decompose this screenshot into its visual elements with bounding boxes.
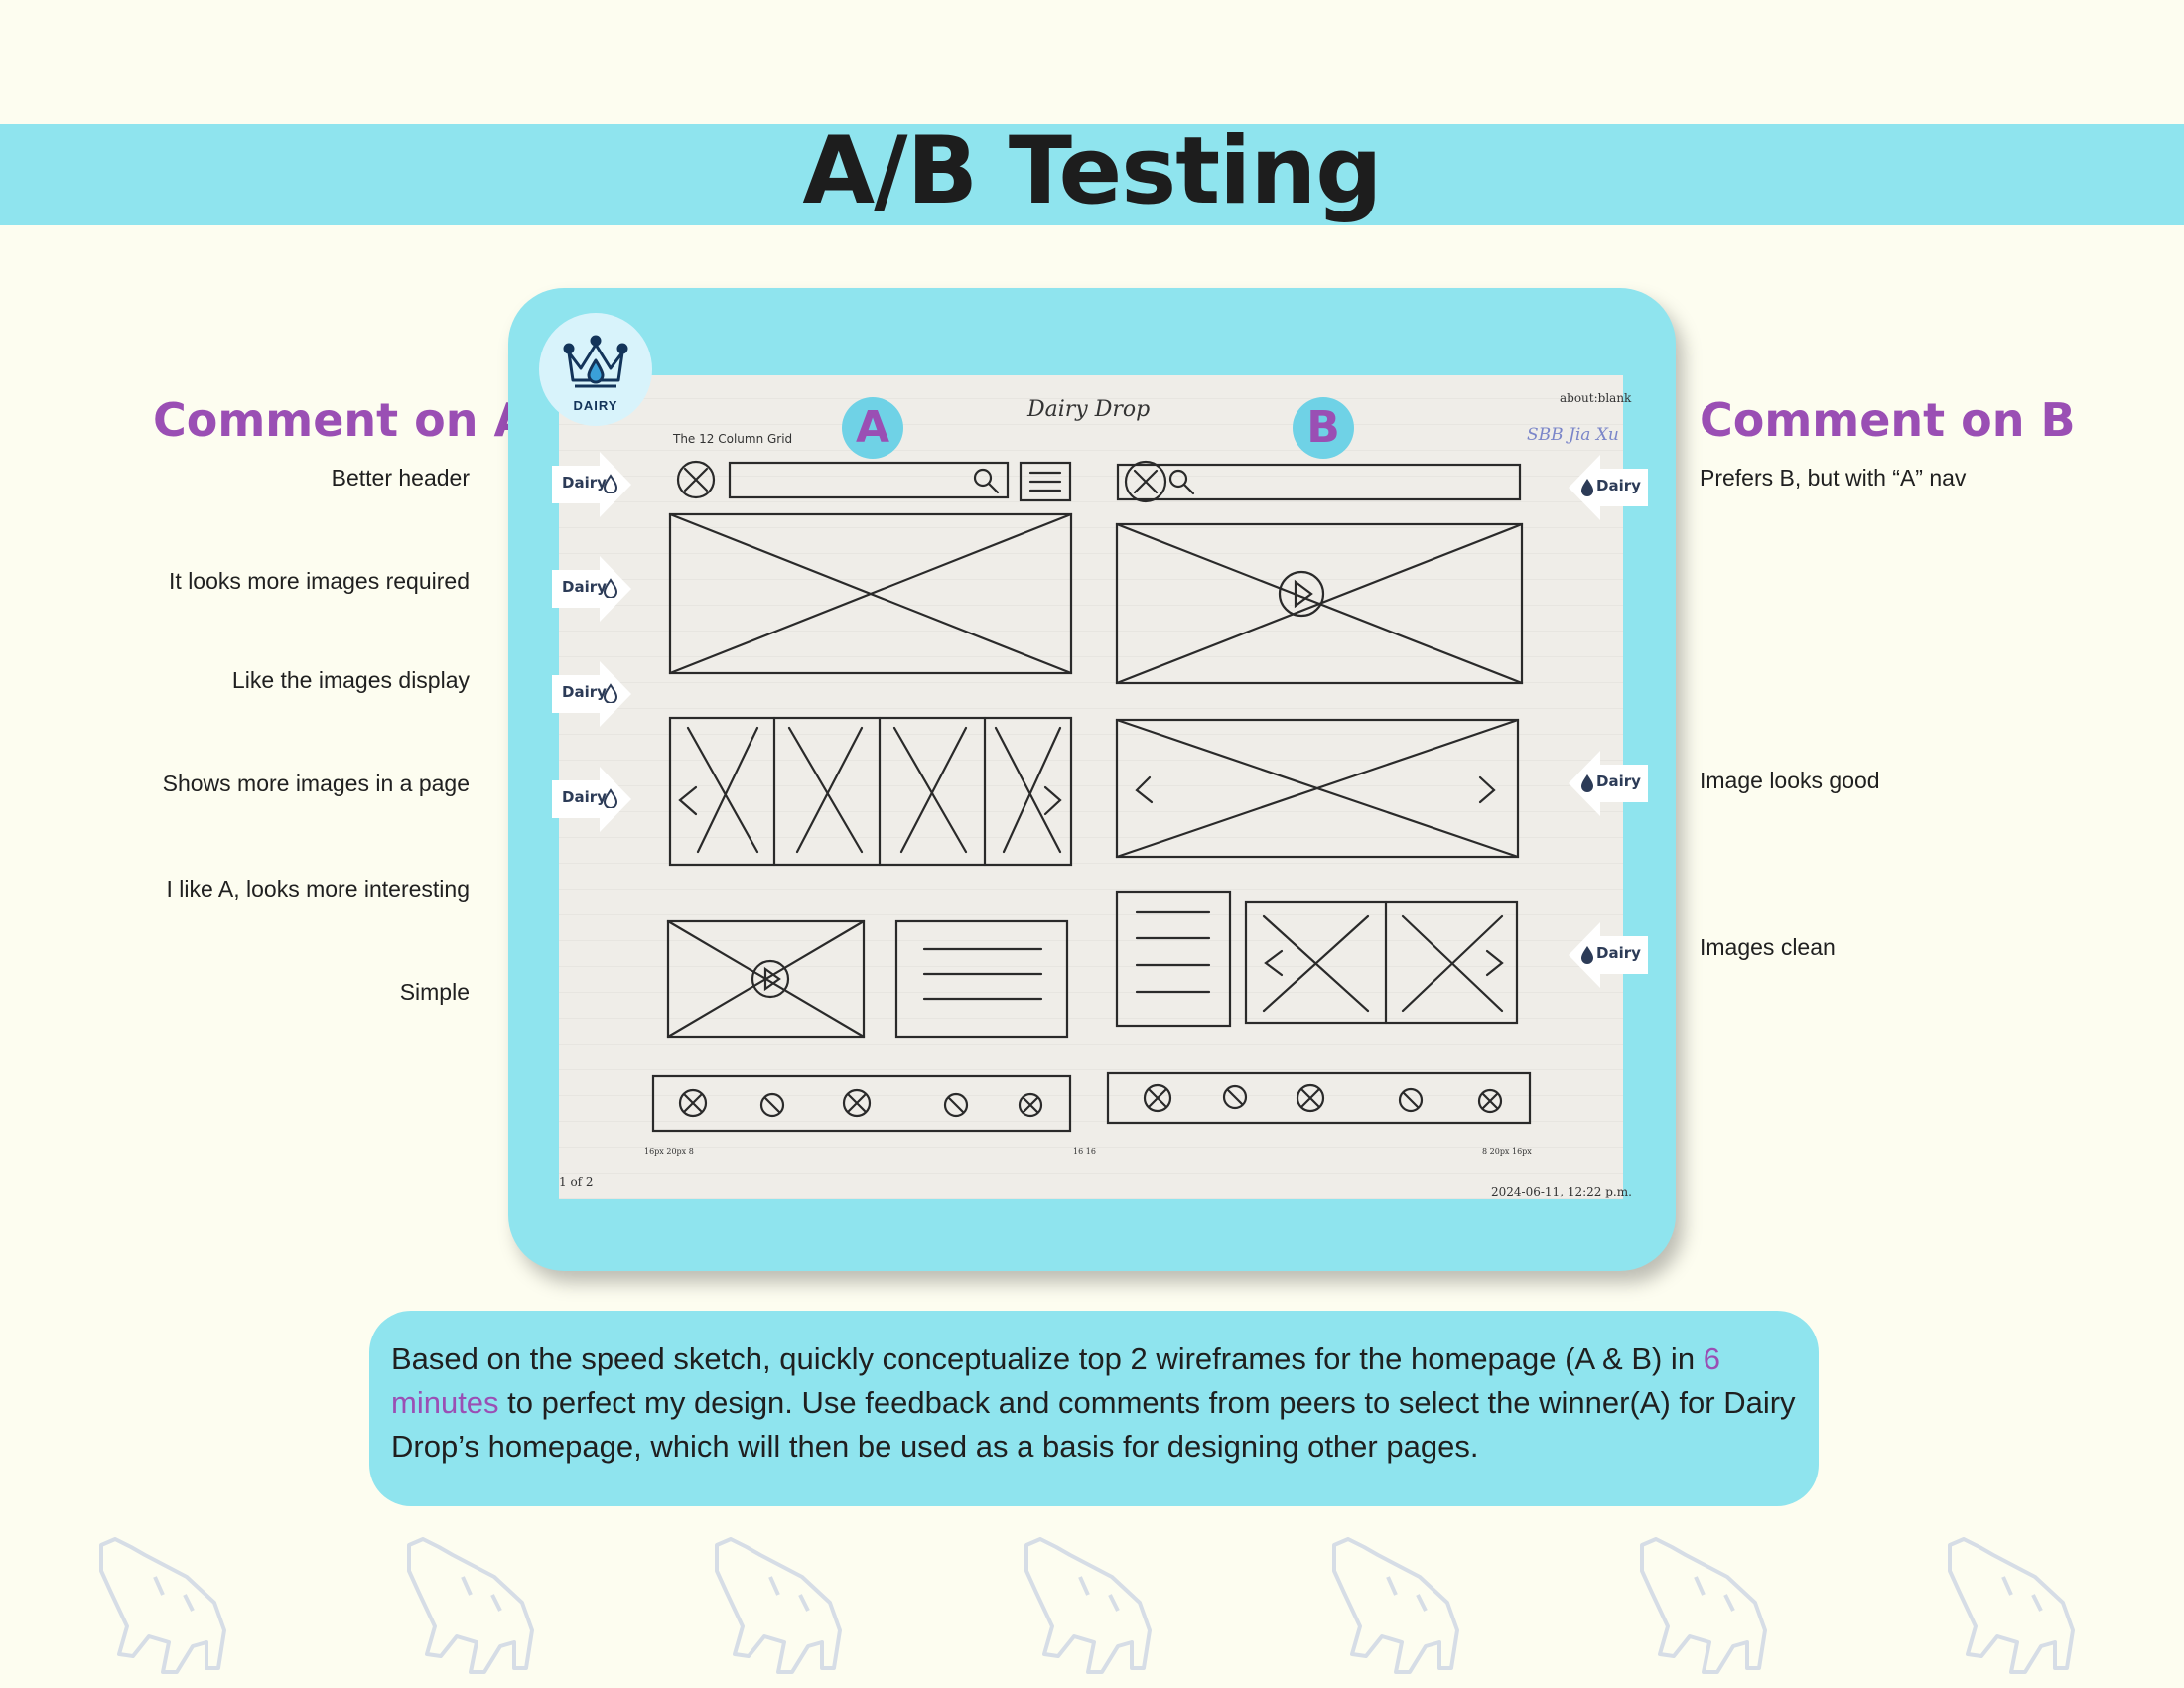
marker-label: Dairy [1596,944,1641,962]
wireframe-drawing [651,460,1532,1133]
note-right: 8 20px 16px [1482,1147,1532,1156]
initials: SBB Jia Xu [1527,425,1619,445]
page-title: A/B Testing [802,117,1382,225]
marker-label: Dairy [562,578,607,596]
marker-label: Dairy [1596,477,1641,494]
marker-label: Dairy [1596,773,1641,790]
browser-text: about:blank [1560,391,1632,405]
logo-text: DAIRY [573,398,618,413]
variant-b-badge: B [1293,397,1354,459]
drop-icon [604,578,617,598]
marker-a: Dairy [552,767,633,837]
timestamp: 2024-06-11, 12:22 p.m. [1491,1185,1632,1198]
comment-a-item: Like the images display [231,667,470,693]
cow-icon [1024,1537,1152,1674]
drop-icon [1581,774,1593,792]
caption-box: Based on the speed sketch, quickly conce… [369,1311,1819,1506]
comment-a-item: Better header [331,465,470,491]
cow-icon [1948,1537,2075,1674]
drop-icon [604,683,617,703]
marker-label: Dairy [562,788,607,806]
comment-b-item: Prefers B, but with “A” nav [1700,465,1967,491]
marker-a: Dairy [552,556,633,627]
wireframe-sketch: Dairy Drop The 12 Column Grid about:blan… [559,375,1632,1199]
cow-icon [407,1537,534,1674]
drop-icon [1581,479,1593,496]
marker-b: Dairy [1567,922,1648,993]
dairy-logo: DAIRY [539,313,652,426]
cow-icon [1640,1537,1767,1674]
caption-text: Based on the speed sketch, quickly conce… [391,1341,1704,1376]
marker-b: Dairy [1567,455,1648,525]
sketch-header-text: Dairy Drop [1027,397,1151,422]
drop-icon [1581,946,1593,964]
grid-label: The 12 Column Grid [673,432,793,446]
comment-a-item: Simple [399,979,470,1005]
marker-a: Dairy [552,452,633,522]
caption-text: to perfect my design. Use feedback and c… [391,1385,1796,1464]
marker-label: Dairy [562,683,607,701]
note-left: 16px 20px 8 [644,1147,694,1156]
comment-a-item: It looks more images required [169,568,470,594]
cow-icon [1332,1537,1459,1674]
comment-a-heading: Comment on A [153,393,530,447]
crown-drop-icon [563,335,628,388]
marker-b: Dairy [1567,751,1648,821]
drop-icon [604,788,617,808]
marker-label: Dairy [562,474,607,492]
comment-a-item: I like A, looks more interesting [166,876,470,902]
cow-icon [99,1537,226,1674]
comment-b-item: Image looks good [1700,768,1880,793]
note-mid: 16 16 [1073,1147,1096,1156]
marker-a: Dairy [552,661,633,732]
comment-b-heading: Comment on B [1700,393,2076,447]
variant-a-badge: A [842,397,903,459]
cow-icon [715,1537,842,1674]
comment-a-item: Shows more images in a page [162,771,470,796]
comment-b-item: Images clean [1700,934,1836,960]
page-count: 1 of 2 [559,1175,594,1189]
drop-icon [604,474,617,493]
